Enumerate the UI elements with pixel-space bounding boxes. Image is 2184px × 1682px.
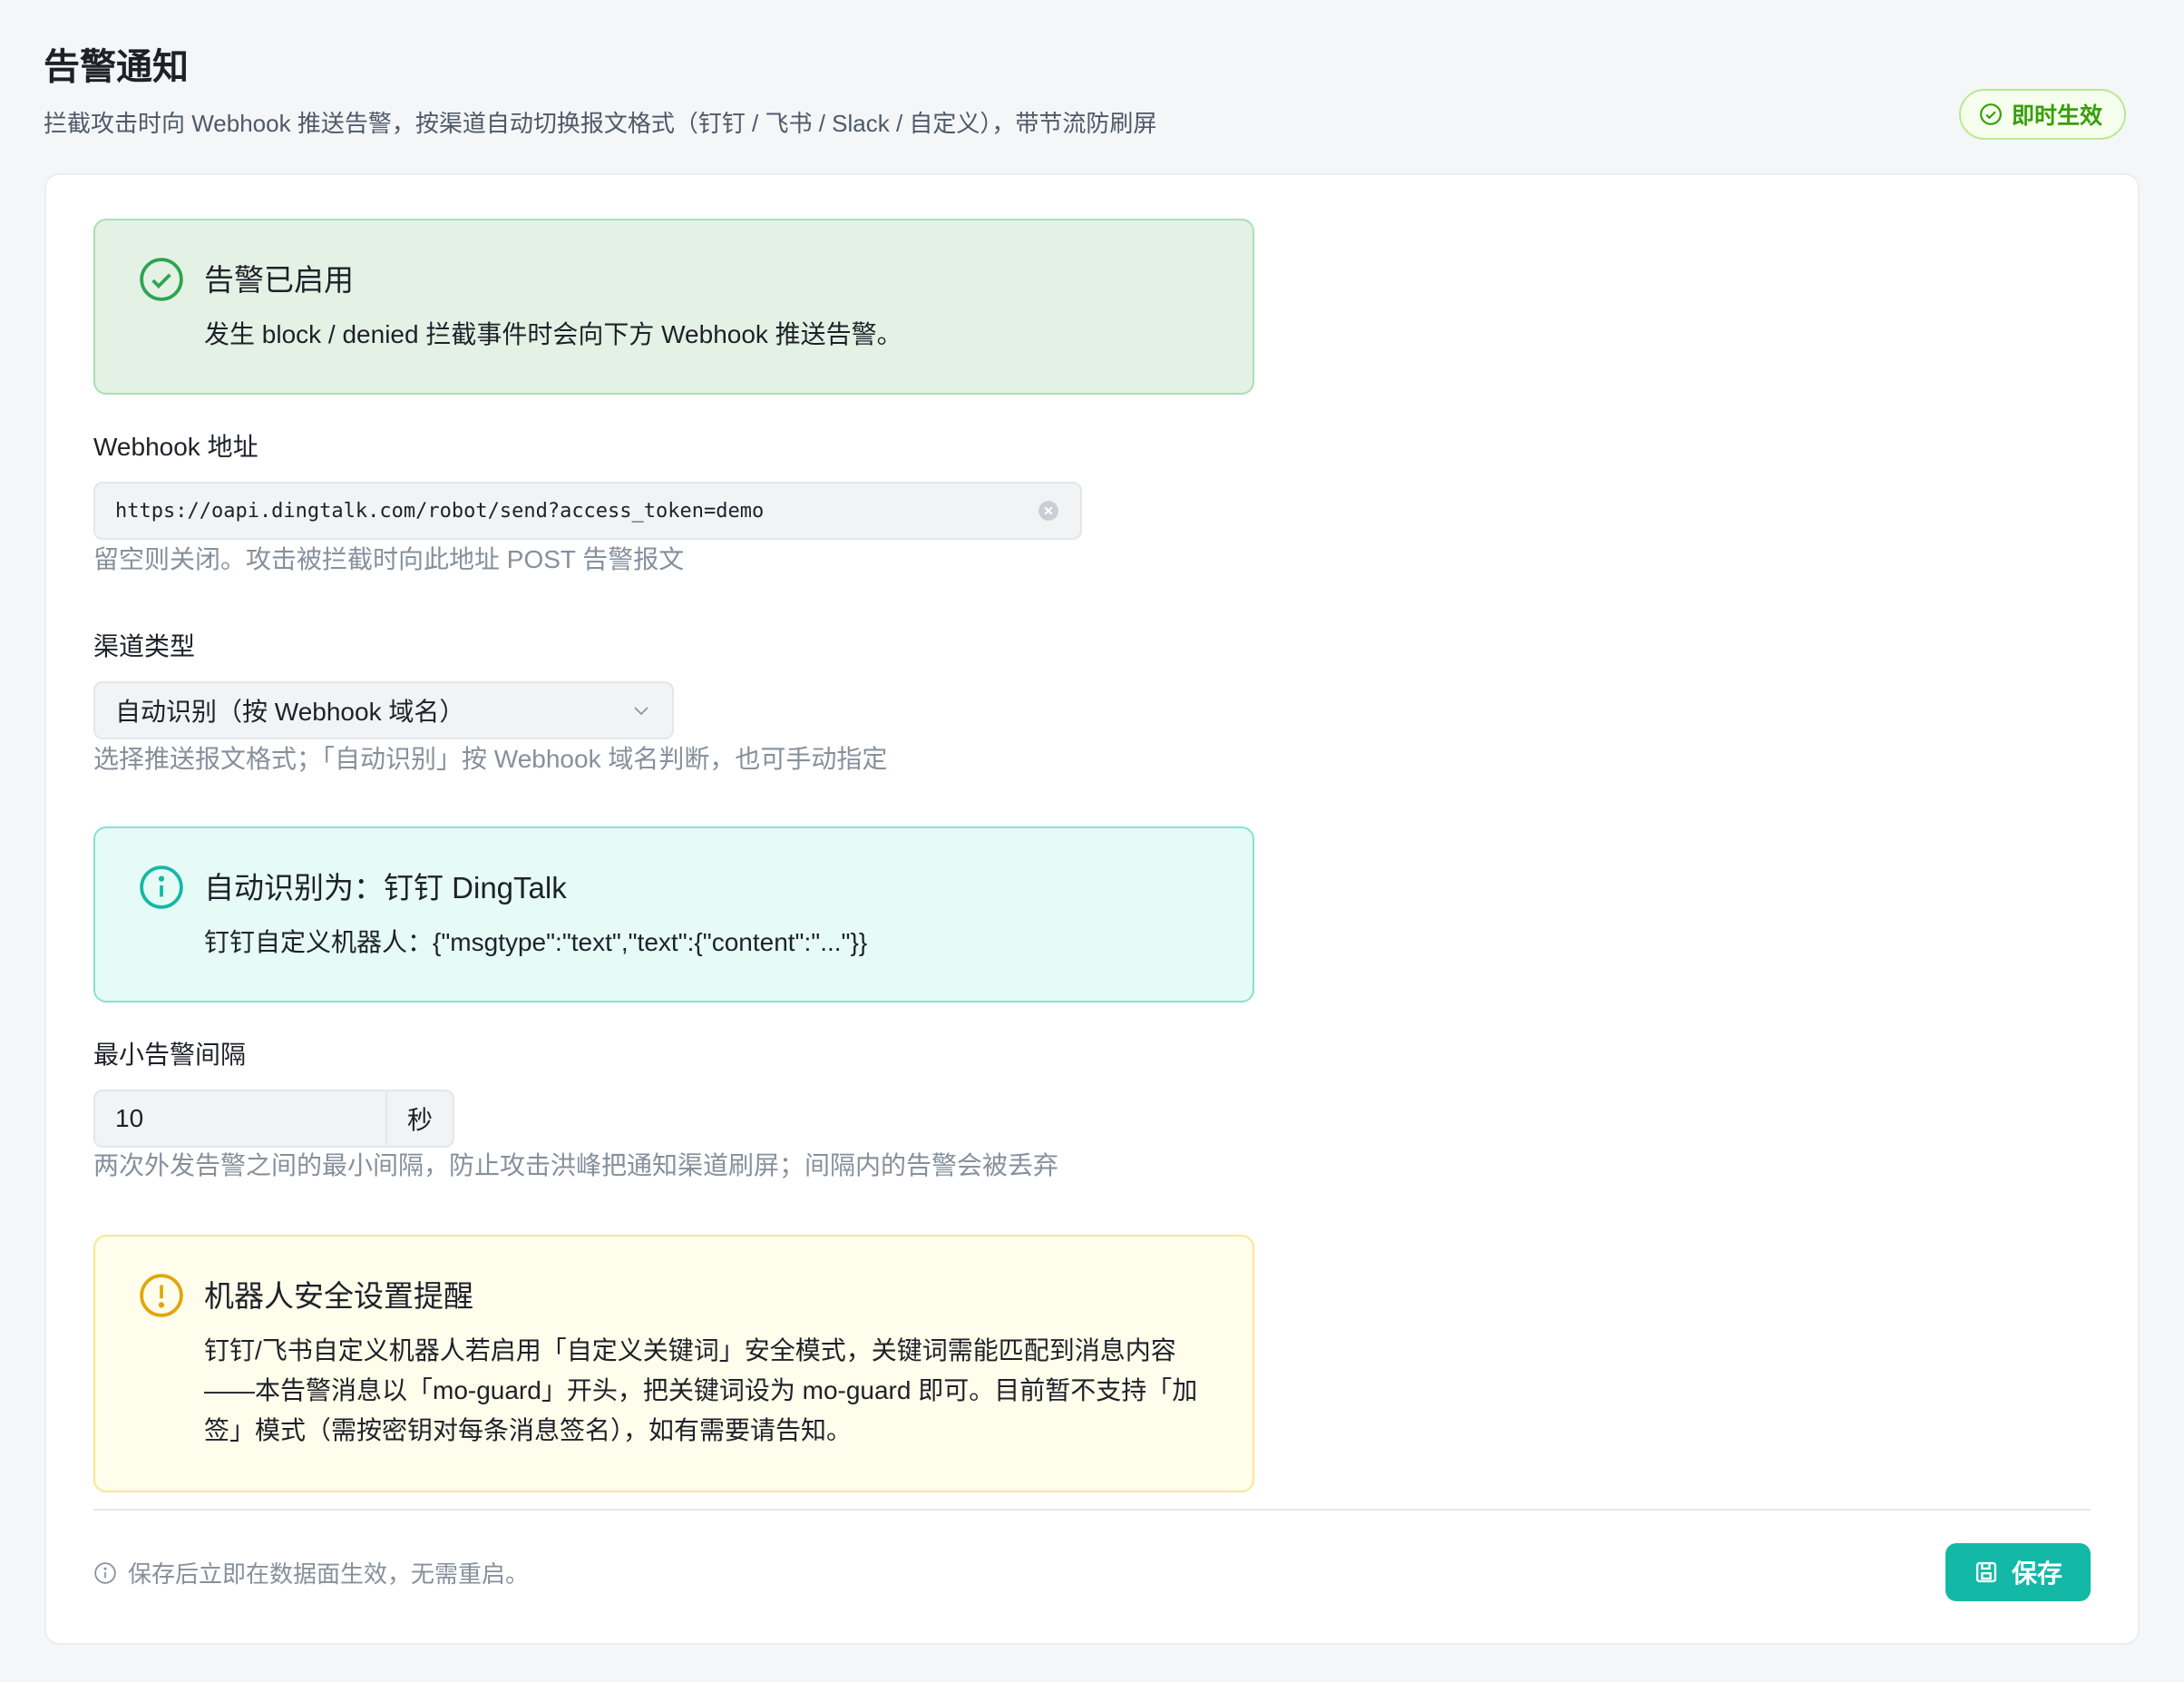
save-button[interactable]: 保存 (1945, 1543, 2091, 1601)
warn-alert: 机器人安全设置提醒 钉钉/飞书自定义机器人若启用「自定义关键词」安全模式，关键词… (93, 1235, 1254, 1492)
detect-alert-title: 自动识别为：钉钉 DingTalk (204, 871, 567, 905)
page-header: 告警通知 拦截攻击时向 Webhook 推送告警，按渠道自动切换报文格式（钉钉 … (44, 44, 2140, 140)
webhook-label: Webhook 地址 (93, 433, 258, 461)
check-circle-icon (1980, 103, 2002, 125)
footer-divider (93, 1509, 2091, 1511)
footer-note: 保存后立即在数据面生效，无需重启。 (93, 1556, 529, 1589)
channel-select[interactable]: 自动识别（按 Webhook 域名） (93, 681, 674, 739)
interval-unit: 秒 (385, 1090, 454, 1148)
detect-alert: 自动识别为：钉钉 DingTalk 钉钉自定义机器人：{"msgtype":"t… (93, 826, 1254, 1002)
channel-label: 渠道类型 (93, 632, 196, 660)
detect-alert-desc: 钉钉自定义机器人：{"msgtype":"text","text":{"cont… (204, 928, 868, 956)
clear-icon[interactable] (1037, 499, 1060, 523)
page-title: 告警通知 (44, 47, 189, 87)
warn-alert-line: 钉钉/飞书自定义机器人若启用「自定义关键词」安全模式，关键词需能匹配到消息内容 (204, 1336, 1176, 1364)
webhook-help: 留空则关闭。攻击被拦截时向此地址 POST 告警报文 (93, 545, 685, 573)
warn-alert-title: 机器人安全设置提醒 (204, 1279, 473, 1313)
save-button-label[interactable]: 保存 (2012, 1554, 2062, 1590)
webhook-input-value[interactable]: https://oapi.dingtalk.com/robot/send?acc… (115, 500, 1037, 523)
info-icon (140, 865, 183, 909)
warning-icon (140, 1274, 183, 1317)
webhook-input[interactable]: https://oapi.dingtalk.com/robot/send?acc… (93, 482, 1082, 540)
warn-alert-line: ——本告警消息以「mo-guard」开头，把关键词设为 mo-guard 即可。… (204, 1376, 1198, 1404)
page-subtitle: 拦截攻击时向 Webhook 推送告警，按渠道自动切换报文格式（钉钉 / 飞书 … (44, 110, 1157, 137)
status-alert: 告警已启用 发生 block / denied 拦截事件时会向下方 Webhoo… (93, 219, 1254, 395)
warn-alert-line: 签」模式（需按密钥对每条消息签名），如有需要请告知。 (204, 1416, 853, 1444)
status-alert-title: 告警已启用 (204, 263, 354, 297)
channel-help: 选择推送报文格式；「自动识别」按 Webhook 域名判断，也可手动指定 (93, 745, 888, 773)
channel-select-value[interactable]: 自动识别（按 Webhook 域名） (115, 692, 630, 729)
save-icon[interactable] (1974, 1560, 1999, 1585)
warn-alert-desc: 钉钉/飞书自定义机器人若启用「自定义关键词」安全模式，关键词需能匹配到消息内容 … (204, 1331, 1209, 1451)
status-alert-desc: 发生 block / denied 拦截事件时会向下方 Webhook 推送告警… (204, 320, 902, 348)
live-status-badge: 即时生效 (1958, 89, 2126, 140)
live-status-label: 即时生效 (2011, 103, 2102, 129)
interval-label: 最小告警间隔 (93, 1041, 247, 1069)
info-icon (94, 1561, 116, 1584)
interval-input-group: 10 秒 (93, 1090, 454, 1148)
settings-card: 告警已启用 发生 block / denied 拦截事件时会向下方 Webhoo… (44, 173, 2140, 1645)
interval-input[interactable]: 10 (93, 1090, 385, 1148)
check-circle-icon (140, 258, 183, 301)
interval-help: 两次外发告警之间的最小间隔，防止攻击洪峰把通知渠道刷屏；间隔内的告警会被丢弃 (93, 1151, 1059, 1179)
footer-note-text: 保存后立即在数据面生效，无需重启。 (128, 1560, 530, 1588)
chevron-down-icon[interactable] (630, 699, 652, 721)
